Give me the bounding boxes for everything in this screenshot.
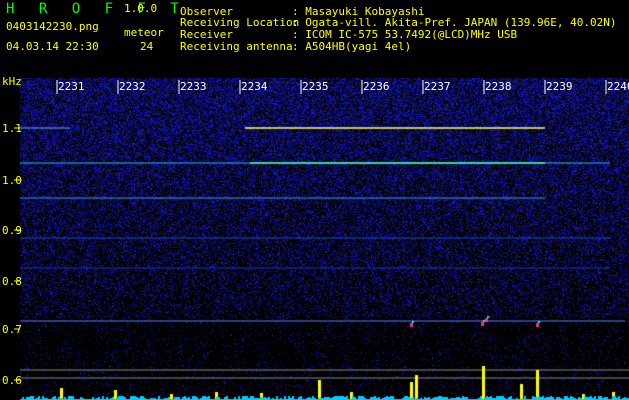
time-tick-label: 2240 (607, 80, 629, 93)
time-tick-label: 2235 (302, 80, 329, 93)
spectrogram-overlay: kHz 1.11.00.90.80.70.6 2231 2232 2233 2234 2… (2, 75, 629, 387)
time-tick-label: 2236 (363, 80, 390, 93)
time-tick-label: 2238 (485, 80, 512, 93)
time-tick-label: 2233 (180, 80, 207, 93)
time-tick-label: 2237 (424, 80, 451, 93)
time-tick-label: 2234 (241, 80, 268, 93)
time-tick-label: 2232 (119, 80, 146, 93)
time-tick-label: 2231 (58, 80, 85, 93)
time-tick-label: 2239 (546, 80, 573, 93)
y-unit-label: kHz (2, 75, 22, 88)
